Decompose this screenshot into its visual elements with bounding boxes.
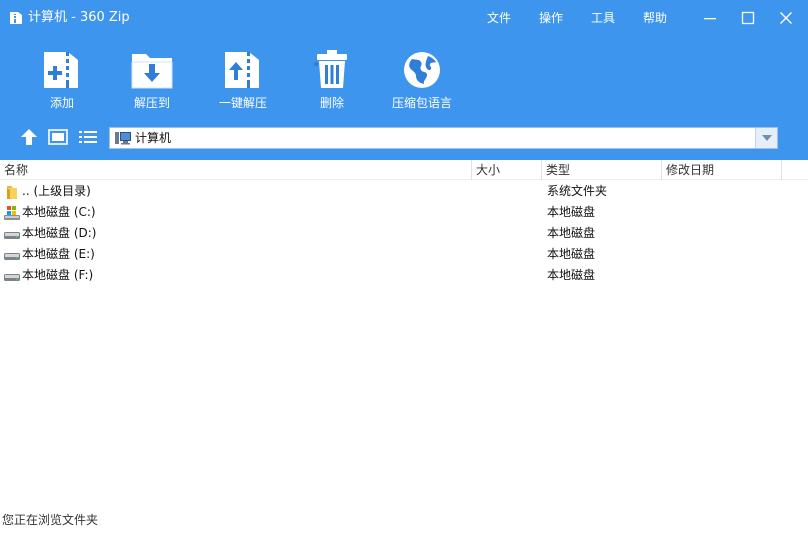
column-headers: 名称 大小 类型 修改日期 [0,160,808,180]
address-path: 计算机 [135,131,172,145]
menu-file[interactable]: 文件 [487,9,511,27]
list-item[interactable]: 本地磁盘 (D:) 本地磁盘 [0,223,808,244]
app-header: 计算机 - 360 Zip 文件 操作 工具 帮助 添加 解压到 一键解压 删除… [0,0,808,160]
close-button[interactable] [773,6,799,30]
extract-to-icon [131,54,173,89]
add-archive-icon [44,52,78,88]
address-bar[interactable]: 计算机 [109,127,778,149]
item-name: 本地磁盘 (E:) [22,247,95,261]
list-view-button[interactable] [77,127,99,147]
add-button[interactable]: 添加 [38,48,86,118]
list-view-icon [79,131,97,143]
list-item[interactable]: 本地磁盘 (E:) 本地磁盘 [0,244,808,265]
archive-language-label: 压缩包语言 [391,96,452,110]
drive-icon [4,253,20,260]
item-name: .. (上级目录) [22,184,91,198]
minimize-button[interactable] [697,6,723,30]
item-type: 系统文件夹 [547,184,608,198]
one-click-extract-icon [225,52,259,88]
chevron-down-icon [761,135,772,141]
item-type: 本地磁盘 [547,226,596,240]
column-size[interactable]: 大小 [472,160,540,180]
item-type: 本地磁盘 [547,205,596,219]
close-icon [780,12,792,24]
address-dropdown-button[interactable] [755,128,777,148]
extract-to-button[interactable]: 解压到 [128,48,176,118]
file-list: .. (上级目录) 系统文件夹 本地磁盘 (C:) 本地磁盘 本地磁盘 (D:)… [0,181,808,286]
maximize-icon [741,11,755,25]
menu-operation[interactable]: 操作 [539,9,563,27]
thumbnail-view-icon [48,129,68,145]
minimize-icon [704,18,716,20]
menu-tools[interactable]: 工具 [591,9,615,27]
up-button[interactable] [18,127,40,147]
item-type: 本地磁盘 [547,247,596,261]
delete-label: 删除 [319,96,344,110]
item-type: 本地磁盘 [547,268,596,282]
window-title: 计算机 - 360 Zip [28,10,130,25]
item-name: 本地磁盘 (D:) [22,226,97,240]
app-logo-icon [10,12,22,24]
thumbnail-view-button[interactable] [47,127,69,147]
folder-icon [7,186,17,199]
list-item[interactable]: 本地磁盘 (C:) 本地磁盘 [0,202,808,223]
add-label: 添加 [49,96,74,110]
archive-language-button[interactable]: 压缩包语言 [387,48,457,118]
title-bar: 计算机 - 360 Zip 文件 操作 工具 帮助 [0,0,808,36]
delete-button[interactable]: 删除 [308,48,356,118]
column-type[interactable]: 类型 [542,160,660,180]
globe-icon [404,52,440,88]
computer-icon [115,132,131,145]
system-drive-icon [4,206,20,220]
one-click-extract-label: 一键解压 [218,96,267,110]
item-name: 本地磁盘 (F:) [22,268,94,282]
list-item[interactable]: 本地磁盘 (F:) 本地磁盘 [0,265,808,286]
one-click-extract-button[interactable]: 一键解压 [213,48,273,118]
trash-icon [313,50,347,88]
column-modified-date[interactable]: 修改日期 [662,160,780,180]
item-name: 本地磁盘 (C:) [22,205,96,219]
extract-to-label: 解压到 [133,96,170,110]
maximize-button[interactable] [735,6,761,30]
drive-icon [4,274,20,281]
status-bar-text: 您正在浏览文件夹 [2,513,99,527]
arrow-up-icon [21,129,37,145]
drive-icon [4,232,20,239]
menu-help[interactable]: 帮助 [643,9,667,27]
column-name[interactable]: 名称 [0,160,470,180]
list-item[interactable]: .. (上级目录) 系统文件夹 [0,181,808,202]
column-divider[interactable] [781,160,782,180]
